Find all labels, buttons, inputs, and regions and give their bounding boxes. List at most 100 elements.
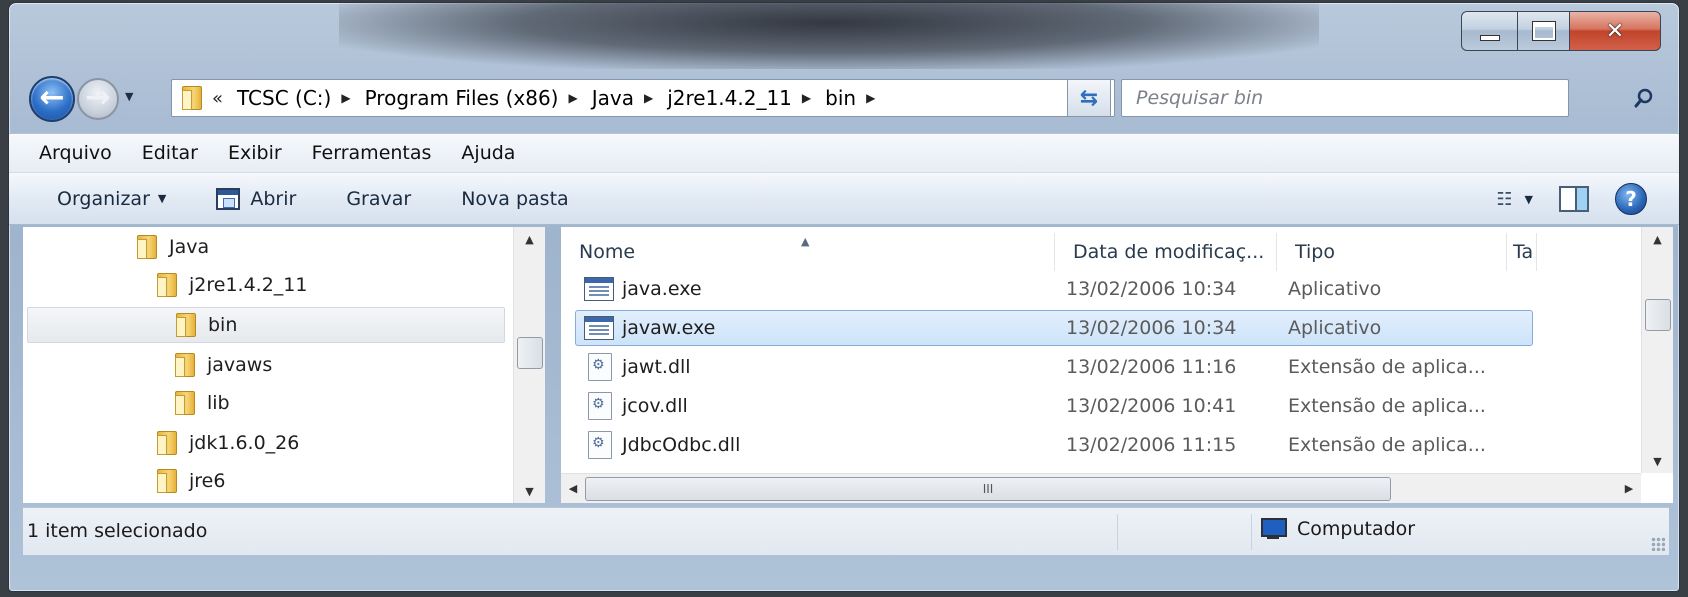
tree-item-label: j2re1.4.2_11	[189, 274, 308, 296]
file-row[interactable]: jcov.dll 13/02/2006 10:41 Extensão de ap…	[575, 388, 1533, 424]
refresh-icon: ⇆	[1079, 85, 1099, 111]
tree-item-jdk[interactable]: jdk1.6.0_26	[157, 425, 299, 461]
tree-item-bin[interactable]: bin	[27, 307, 505, 343]
scrollbar-thumb[interactable]: III	[585, 477, 1391, 501]
breadcrumb-arrow-icon[interactable]: ▶	[802, 91, 811, 105]
change-view-button[interactable]: ☷ ▼	[1496, 189, 1533, 210]
file-type: Extensão de aplica...	[1288, 395, 1486, 417]
column-header-label: Tipo	[1295, 241, 1335, 263]
file-name-cell: jcov.dll	[584, 392, 688, 420]
tree-item-lib[interactable]: lib	[175, 385, 230, 421]
tree-item-label: bin	[208, 314, 238, 336]
tree-item-j2re[interactable]: j2re1.4.2_11	[157, 267, 307, 303]
search-input[interactable]	[1121, 79, 1569, 117]
file-date: 13/02/2006 10:34	[1066, 278, 1237, 300]
dll-file-icon	[588, 353, 612, 381]
file-row[interactable]: java.exe 13/02/2006 10:34 Aplicativo	[575, 271, 1533, 307]
file-type: Extensão de aplica...	[1288, 356, 1486, 378]
file-list-vertical-scrollbar[interactable]: ▲ ▼	[1641, 227, 1673, 473]
breadcrumb-java[interactable]: Java	[592, 86, 634, 110]
folder-icon	[157, 273, 177, 297]
minimize-button[interactable]	[1461, 11, 1517, 51]
file-row[interactable]: jawt.dll 13/02/2006 11:16 Extensão de ap…	[575, 349, 1533, 385]
tree-vertical-scrollbar[interactable]: ▲ ▼	[513, 227, 545, 503]
scroll-down-icon[interactable]: ▼	[1642, 449, 1673, 473]
file-type: Aplicativo	[1288, 278, 1382, 300]
tree-item-label: jdk1.6.0_26	[189, 432, 300, 454]
scroll-right-icon[interactable]: ▶	[1617, 474, 1641, 503]
menu-editar[interactable]: Editar	[142, 142, 198, 164]
back-arrow-icon: ←	[39, 79, 65, 115]
forward-button[interactable]: →	[77, 78, 119, 120]
burn-button[interactable]: Gravar	[346, 188, 411, 210]
menu-arquivo[interactable]: Arquivo	[39, 142, 112, 164]
tree-item-java[interactable]: Java	[137, 229, 209, 265]
breadcrumb-arrow-icon[interactable]: ▶	[568, 91, 577, 105]
breadcrumb-bin[interactable]: bin	[825, 86, 856, 110]
recent-pages-dropdown[interactable]: ▼	[125, 90, 133, 103]
maximize-icon	[1531, 21, 1556, 41]
back-button[interactable]: ←	[29, 76, 75, 122]
resize-grip-icon[interactable]	[1651, 537, 1665, 551]
breadcrumb-arrow-icon[interactable]: ▶	[341, 91, 350, 105]
tree-item-jre6[interactable]: jre6	[157, 463, 225, 499]
file-list-horizontal-scrollbar[interactable]: ◀ III ▶	[561, 473, 1641, 503]
scrollbar-thumb[interactable]	[517, 337, 543, 369]
application-window-icon	[216, 187, 241, 210]
scroll-left-icon[interactable]: ◀	[561, 474, 585, 503]
column-header-size[interactable]: Ta	[1507, 233, 1537, 271]
title-bar-glass	[339, 3, 1319, 69]
menu-ajuda[interactable]: Ajuda	[461, 142, 515, 164]
close-button[interactable]: ✕	[1569, 11, 1661, 51]
tree-item-label: Java	[169, 236, 210, 258]
forward-arrow-icon: →	[85, 79, 111, 115]
location-label: Computador	[1297, 518, 1416, 540]
minimize-icon	[1479, 35, 1500, 41]
menu-exibir[interactable]: Exibir	[228, 142, 282, 164]
folder-icon	[176, 313, 196, 337]
help-icon[interactable]: ?	[1615, 183, 1647, 215]
column-header-name[interactable]: Nome ▲	[561, 233, 1055, 271]
close-icon: ✕	[1605, 18, 1625, 44]
folder-icon	[182, 86, 202, 110]
scroll-down-icon[interactable]: ▼	[514, 479, 545, 503]
column-header-label: Data de modificaç...	[1073, 241, 1265, 263]
file-name: java.exe	[622, 278, 702, 300]
file-name-cell: java.exe	[584, 277, 702, 301]
scroll-up-icon[interactable]: ▲	[1642, 227, 1673, 251]
organize-button[interactable]: Organizar ▼	[57, 188, 166, 210]
file-name: JdbcOdbc.dll	[622, 434, 741, 456]
address-bar[interactable]: « TCSC (C:) ▶ Program Files (x86) ▶ Java…	[171, 79, 1115, 117]
breadcrumb-drive[interactable]: TCSC (C:)	[237, 86, 331, 110]
scrollbar-thumb[interactable]	[1645, 299, 1671, 331]
new-folder-button[interactable]: Nova pasta	[461, 188, 568, 210]
breadcrumb-j2re[interactable]: j2re1.4.2_11	[667, 86, 792, 110]
scroll-up-icon[interactable]: ▲	[514, 227, 545, 251]
scrollbar-grip: III	[982, 482, 994, 496]
breadcrumb-overflow[interactable]: «	[212, 88, 223, 109]
breadcrumb-arrow-icon[interactable]: ▶	[866, 91, 875, 105]
refresh-button[interactable]: ⇆	[1067, 79, 1111, 117]
tree-item-javaws[interactable]: javaws	[175, 347, 272, 383]
open-button[interactable]: Abrir	[216, 187, 296, 210]
file-name: javaw.exe	[622, 317, 716, 339]
file-date: 13/02/2006 10:41	[1066, 395, 1237, 417]
file-name: jcov.dll	[622, 395, 688, 417]
file-date: 13/02/2006 11:16	[1066, 356, 1237, 378]
menu-ferramentas[interactable]: Ferramentas	[312, 142, 432, 164]
sort-ascending-icon: ▲	[801, 235, 810, 248]
dll-file-icon	[588, 431, 612, 459]
dll-file-icon	[588, 392, 612, 420]
preview-pane-icon[interactable]	[1559, 186, 1589, 212]
breadcrumb-arrow-icon[interactable]: ▶	[644, 91, 653, 105]
breadcrumb-program-files[interactable]: Program Files (x86)	[365, 86, 559, 110]
status-divider	[1251, 514, 1252, 550]
column-header-label: Nome	[579, 241, 636, 263]
column-header-type[interactable]: Tipo	[1277, 233, 1507, 271]
search-icon[interactable]	[1633, 87, 1655, 109]
selection-status: 1 item selecionado	[27, 520, 208, 542]
file-row[interactable]: JdbcOdbc.dll 13/02/2006 11:15 Extensão d…	[575, 427, 1533, 463]
column-header-date[interactable]: Data de modificaç...	[1055, 233, 1277, 271]
maximize-button[interactable]	[1517, 11, 1569, 51]
file-row-selected[interactable]: javaw.exe 13/02/2006 10:34 Aplicativo	[575, 310, 1533, 346]
